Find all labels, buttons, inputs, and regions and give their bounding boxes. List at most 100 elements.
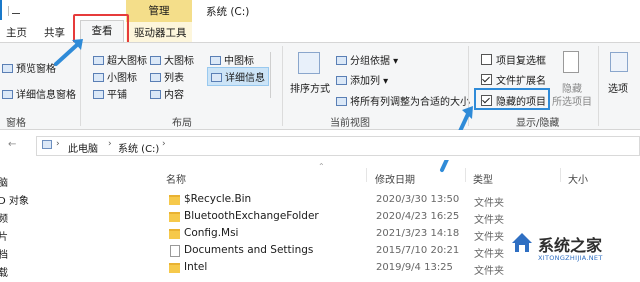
preview-pane-label: 预览窗格 <box>16 64 56 75</box>
nav-item[interactable]: 脑 <box>0 174 8 189</box>
group-by-button[interactable]: 分组依据 ▾ <box>336 52 398 67</box>
tiles-icon <box>93 90 104 99</box>
preview-pane-button[interactable]: 预览窗格 <box>2 60 56 75</box>
watermark-house-icon <box>510 230 534 254</box>
table-row[interactable]: BluetoothExchangeFolder 2020/4/23 16:25 … <box>162 209 640 226</box>
back-arrow-icon[interactable]: ← <box>8 139 16 150</box>
details-pane-button[interactable]: 详细信息窗格 <box>2 86 76 101</box>
sort-up-icon: ⌃ <box>318 162 325 171</box>
nav-item[interactable]: 频 <box>0 210 8 225</box>
hidden-items-highlight-box <box>474 88 550 110</box>
file-type: 文件夹 <box>474 198 504 209</box>
options-button[interactable]: 选项 <box>608 80 628 95</box>
chevron-right-icon: › <box>108 139 112 149</box>
folder-icon <box>169 263 180 273</box>
chevron-right-icon: › <box>56 139 60 149</box>
column-header-size[interactable]: 大小 <box>568 171 588 186</box>
sort-by-button[interactable]: 排序方式 <box>290 80 330 95</box>
current-view-group-label: 当前视图 <box>330 118 370 129</box>
folder-icon <box>169 229 180 239</box>
nav-item[interactable]: D 对象 <box>0 192 29 207</box>
table-row[interactable]: Intel 2019/9/4 13:25 文件夹 <box>162 260 640 277</box>
file-type: 文件夹 <box>474 249 504 260</box>
layout-item-label: 平铺 <box>107 90 127 101</box>
details-icon <box>211 73 222 82</box>
nav-item[interactable]: 片 <box>0 228 8 243</box>
layout-tiles[interactable]: 平铺 <box>93 86 127 101</box>
column-divider[interactable] <box>366 168 367 182</box>
medium-icons-icon <box>210 56 221 65</box>
checkbox-checked[interactable] <box>481 74 492 85</box>
checkbox[interactable] <box>481 54 492 65</box>
layout-item-label: 大图标 <box>164 56 194 67</box>
add-column-button[interactable]: 添加列 ▾ <box>336 72 388 87</box>
quick-access-down-icon[interactable] <box>12 4 20 14</box>
layout-item-label: 中图标 <box>224 56 254 67</box>
table-row[interactable]: $Recycle.Bin 2020/3/30 13:50 文件夹 <box>162 192 640 209</box>
column-header-date[interactable]: 修改日期 <box>375 171 415 186</box>
large-icons-icon <box>150 56 161 65</box>
watermark-text: 系统之家 <box>538 236 603 255</box>
tab-drive-tools[interactable]: 驱动器工具 <box>134 25 187 40</box>
nav-item[interactable]: 载 <box>0 264 8 279</box>
layout-list[interactable]: 列表 <box>150 69 184 84</box>
file-date: 2020/4/23 16:25 <box>376 211 460 222</box>
checkbox-label: 文件扩展名 <box>496 76 546 87</box>
file-date: 2015/7/10 20:21 <box>376 245 460 256</box>
shortcut-folder-icon <box>170 245 180 257</box>
folder-icon <box>169 212 180 222</box>
details-pane-icon <box>2 90 13 99</box>
list-icon <box>150 73 161 82</box>
layout-item-label: 超大图标 <box>107 56 147 67</box>
add-column-icon <box>336 76 347 85</box>
panes-group-label: 窗格 <box>6 118 26 129</box>
fit-columns-icon <box>336 97 347 106</box>
group-by-label: 分组依据 <box>350 56 390 67</box>
file-name: Config.Msi <box>184 227 239 239</box>
breadcrumb-this-pc[interactable]: 此电脑 <box>68 140 98 155</box>
sort-icon <box>298 52 320 74</box>
group-by-icon <box>336 56 347 65</box>
column-header-name[interactable]: 名称 <box>166 171 186 186</box>
watermark-subtext: XITONGZHIJIA.NET <box>538 254 603 262</box>
file-date: 2021/3/23 14:18 <box>376 228 460 239</box>
chevron-right-icon: › <box>162 139 166 149</box>
nav-item[interactable]: 档 <box>0 246 8 261</box>
layout-item-label: 列表 <box>164 73 184 84</box>
ribbon-separator <box>598 46 599 126</box>
layout-gallery-scroll[interactable] <box>270 52 278 98</box>
layout-item-label: 小图标 <box>107 73 137 84</box>
layout-large-icons[interactable]: 大图标 <box>150 52 194 67</box>
details-pane-label: 详细信息窗格 <box>16 90 76 101</box>
extra-large-icons-icon <box>93 56 104 65</box>
file-name: $Recycle.Bin <box>184 193 252 205</box>
column-header-type[interactable]: 类型 <box>473 171 493 186</box>
file-name: BluetoothExchangeFolder <box>184 210 319 222</box>
file-type: 文件夹 <box>474 266 504 277</box>
hide-selected-button-line2: 所选项目 <box>552 97 592 108</box>
column-divider[interactable] <box>465 168 466 182</box>
layout-medium-icons[interactable]: 中图标 <box>210 52 254 67</box>
content-icon <box>150 90 161 99</box>
layout-content[interactable]: 内容 <box>150 86 184 101</box>
breadcrumb-drive[interactable]: 系统 (C:) <box>118 140 159 155</box>
drive-icon <box>42 140 52 149</box>
layout-small-icons[interactable]: 小图标 <box>93 69 137 84</box>
ribbon-separator <box>282 46 283 126</box>
small-icons-icon <box>93 73 104 82</box>
file-menu-blue-strip[interactable] <box>0 0 2 20</box>
context-tab-manage: 管理 <box>126 0 192 22</box>
window-title: 系统 (C:) <box>206 6 250 18</box>
column-divider[interactable] <box>560 168 561 182</box>
file-extensions-toggle[interactable]: 文件扩展名 <box>481 72 546 87</box>
tab-home[interactable]: 主页 <box>6 25 27 40</box>
file-type: 文件夹 <box>474 232 504 243</box>
quick-access-separator <box>8 6 9 16</box>
layout-extra-large-icons[interactable]: 超大图标 <box>93 52 147 67</box>
file-name: Documents and Settings <box>184 244 314 256</box>
layout-details[interactable]: 详细信息 <box>207 67 269 86</box>
preview-pane-icon <box>2 64 13 73</box>
layout-item-label: 详细信息 <box>225 73 265 84</box>
checkbox-label: 项目复选框 <box>496 56 546 67</box>
item-checkboxes-toggle[interactable]: 项目复选框 <box>481 52 546 67</box>
